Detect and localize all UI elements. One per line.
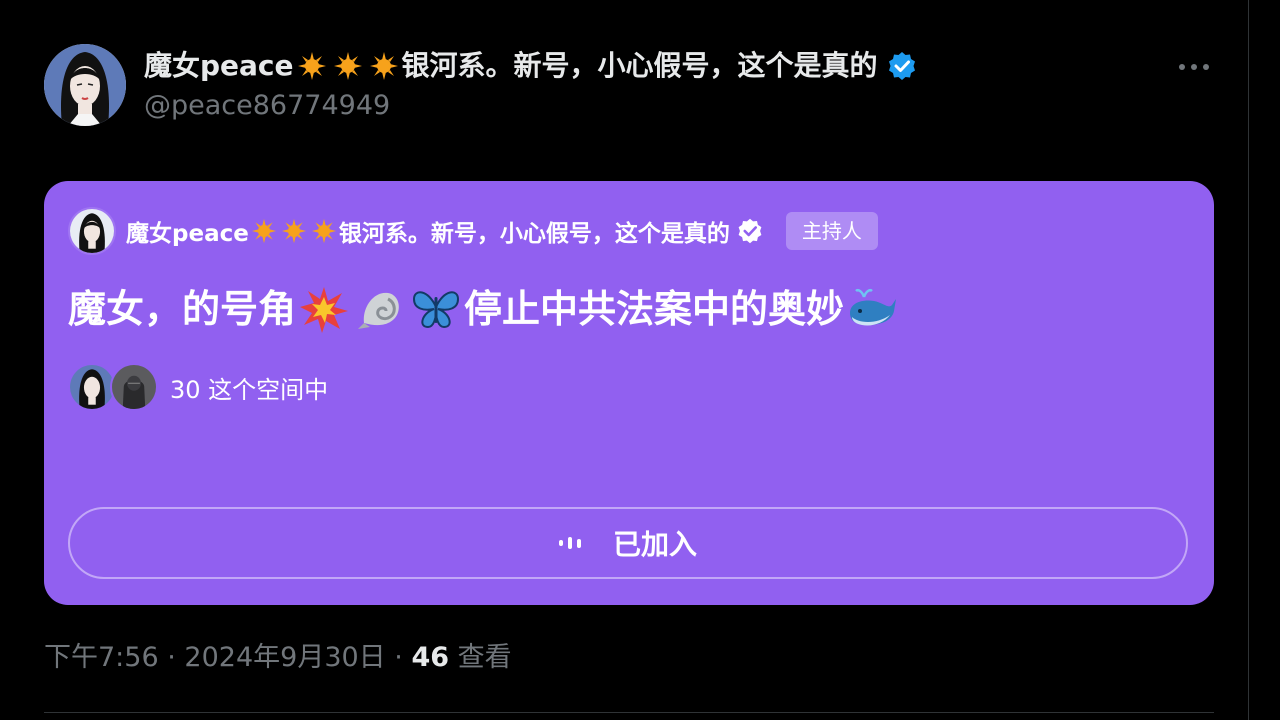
sun-icon [333, 52, 362, 80]
host-name-prefix: 魔女peace [126, 221, 249, 247]
author-name-prefix: 魔女peace [144, 49, 294, 82]
woman-portrait-avatar [70, 365, 114, 409]
author-display-name[interactable]: 魔女peace 银河系。新号，小心假号，这个是真的 [144, 48, 918, 84]
woman-portrait-avatar [70, 209, 114, 253]
space-host-row: 魔女peace 银河系。新号，小心假号，这个是真的 主持人 [68, 207, 878, 255]
listener-count: 30 这个空间中 [170, 375, 329, 404]
sun-icon [311, 218, 336, 244]
joined-button-label: 已加入 [612, 528, 697, 561]
listener-avatar [68, 363, 116, 411]
tweet-author: 魔女peace 银河系。新号，小心假号，这个是真的 @peace86774949 [44, 44, 918, 128]
post-time[interactable]: 下午7:56 [44, 642, 159, 673]
space-title-part2: 停止中共法案中的奥妙 [464, 287, 845, 331]
listener-avatar [110, 363, 158, 411]
space-listeners: 30 这个空间中 [68, 363, 328, 411]
host-avatar [68, 207, 116, 255]
whale-icon [850, 289, 897, 326]
woman-portrait-avatar [44, 44, 126, 126]
meta-separator: · [394, 642, 403, 673]
views-label: 查看 [457, 642, 512, 673]
armored-figure-avatar [112, 365, 156, 409]
verified-badge-icon[interactable] [886, 50, 918, 82]
column-divider [1248, 0, 1249, 720]
tweet-meta: 下午7:56 · 2024年9月30日 · 46 查看 [44, 638, 512, 678]
butterfly-icon [413, 291, 460, 329]
spiral-shell-icon [358, 292, 399, 329]
author-avatar[interactable] [44, 44, 126, 126]
views-count: 46 [411, 642, 450, 673]
post-date[interactable]: 2024年9月30日 [184, 642, 385, 673]
space-card[interactable]: 魔女peace 银河系。新号，小心假号，这个是真的 主持人 魔女，的号角 停止中… [44, 181, 1214, 605]
host-name: 魔女peace 银河系。新号，小心假号，这个是真的 [126, 214, 764, 248]
more-options-button[interactable] [1172, 52, 1216, 82]
collision-icon [300, 287, 349, 333]
audio-bars-icon [558, 537, 581, 549]
author-handle[interactable]: @peace86774949 [144, 88, 918, 124]
tweet-page: 魔女peace 银河系。新号，小心假号，这个是真的 @peace86774949 [0, 0, 1280, 720]
sun-icon [251, 218, 276, 244]
author-name-suffix: 银河系。新号，小心假号，这个是真的 [401, 49, 878, 82]
sun-icon [281, 218, 306, 244]
joined-button[interactable]: 已加入 [68, 507, 1188, 579]
sun-icon [297, 52, 326, 80]
space-title: 魔女，的号角 停止中共法案中的奥妙 [68, 279, 900, 339]
space-title-part1: 魔女，的号角 [68, 287, 297, 331]
host-name-suffix: 银河系。新号，小心假号，这个是真的 [338, 221, 730, 247]
divider [44, 712, 1214, 713]
meta-separator: · [167, 642, 176, 673]
ellipsis-icon [1179, 64, 1209, 70]
host-role-badge: 主持人 [785, 212, 878, 250]
verified-badge-icon [738, 218, 762, 244]
author-name-block: 魔女peace 银河系。新号，小心假号，这个是真的 @peace86774949 [144, 48, 918, 124]
sun-icon [369, 52, 398, 80]
